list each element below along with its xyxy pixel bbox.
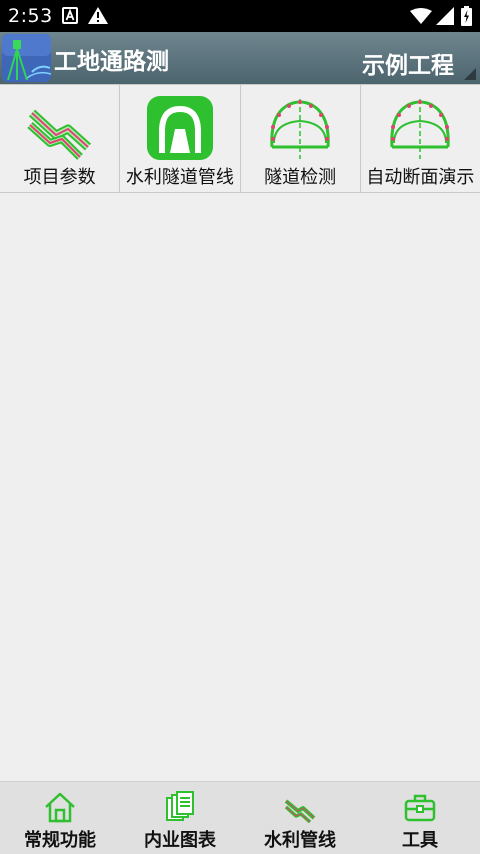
documents-icon [166,791,194,821]
function-label: 项目参数 [23,167,96,188]
status-bar: 2:53 [0,0,480,32]
project-selector[interactable]: 示例工程 [355,32,480,84]
signal-icon [436,7,454,25]
battery-icon [461,6,472,26]
function-label: 水利隧道管线 [125,167,234,188]
function-tunnel-inspection[interactable]: 隧道检测 [241,85,361,192]
home-icon [45,792,75,823]
function-project-params[interactable]: 项目参数 [0,85,121,192]
app-bar: 工地通路测 示例工程 [0,32,480,84]
function-auto-section-demo[interactable]: 自动断面演示 [361,85,480,192]
nav-label: 水利管线 [264,830,336,851]
pipeline-icon [284,799,316,824]
warning-icon [88,7,108,24]
bottom-nav: 常规功能 内业图表 水利管线 工具 [0,781,480,854]
wifi-icon [410,8,432,24]
project-name: 示例工程 [362,53,454,79]
function-label: 隧道检测 [264,167,337,188]
app-title: 工地通路测 [54,49,169,75]
tunnel-section-icon [390,99,451,159]
nav-label: 内业图表 [144,830,216,851]
nav-label: 常规功能 [24,830,96,851]
nav-label: 工具 [402,830,438,851]
tunnel-inspect-icon [270,99,330,159]
tunnel-green-icon [146,96,213,160]
function-hydro-tunnel-pipeline[interactable]: 水利隧道管线 [120,85,241,192]
function-grid: 项目参数 水利隧道管线 隧道检测 自动断面演示 [0,84,480,193]
route-params-icon [26,109,91,160]
dropdown-corner-icon [464,68,476,80]
nav-office-charts[interactable]: 内业图表 [120,782,240,854]
function-label: 自动断面演示 [366,167,475,188]
status-time: 2:53 [8,5,53,27]
app-logo-icon [2,34,51,82]
nav-hydro-pipeline[interactable]: 水利管线 [240,782,360,854]
nav-tools[interactable]: 工具 [360,782,480,854]
toolbox-icon [404,794,436,822]
nav-general-functions[interactable]: 常规功能 [0,782,120,854]
a-notification-icon [62,7,78,24]
